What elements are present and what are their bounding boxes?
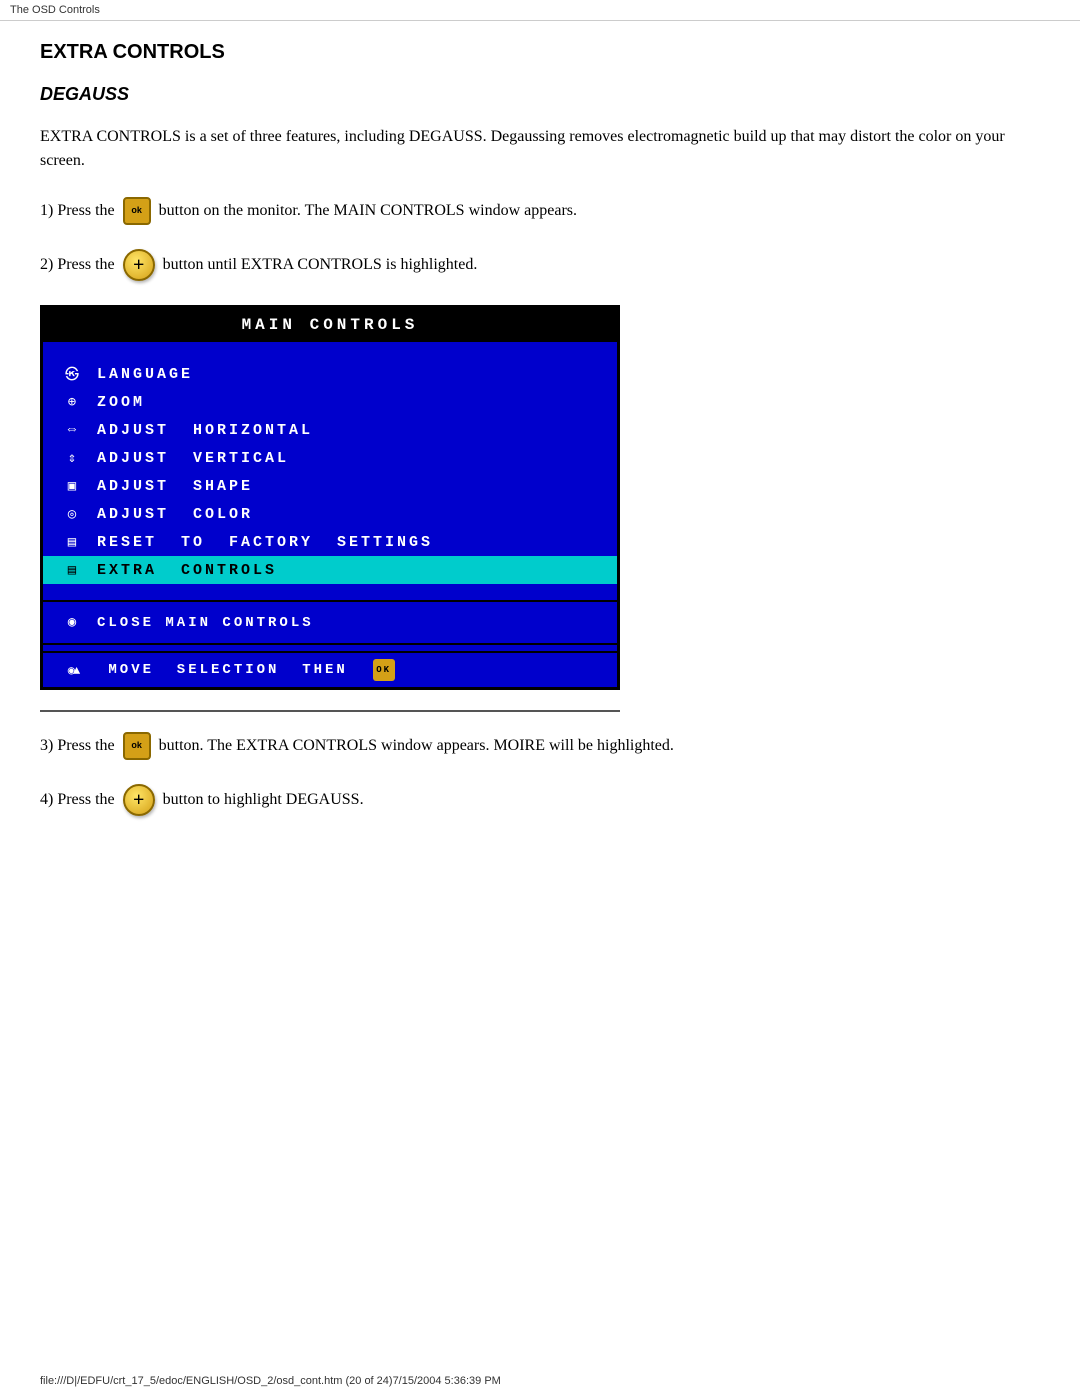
menu-item-adjust-shape[interactable]: ▣ ADJUST SHAPE: [43, 472, 617, 500]
plus-button-1[interactable]: +: [123, 249, 155, 281]
menu-label-reset: RESET TO FACTORY SETTINGS: [97, 534, 433, 551]
zoom-icon: ⊕: [59, 394, 87, 411]
menu-label-adjust-color: ADJUST COLOR: [97, 506, 253, 523]
menu-label-adjust-vertical: ADJUST VERTICAL: [97, 450, 289, 467]
step-1-number: 1): [40, 199, 57, 223]
menu-item-reset[interactable]: ▤ RESET TO FACTORY SETTINGS: [43, 528, 617, 556]
screen-divider-2: [43, 643, 617, 645]
osd-label-2: ok: [131, 739, 142, 753]
menu-label-extra-controls: EXTRA CONTROLS: [97, 562, 277, 579]
browser-bar-text: The OSD Controls: [10, 4, 100, 16]
shape-icon: ▣: [59, 478, 87, 495]
menu-label-language: LANGUAGE: [97, 366, 193, 383]
screen-footer-nav: ◉▲ MOVE SELECTION THEN OK: [43, 651, 617, 687]
screen-body: ㉿ LANGUAGE ⊕ ZOOM ⇔ ADJUST HORIZONTAL ⇕ …: [43, 342, 617, 687]
osd-label-1: ok: [131, 204, 142, 218]
screen-footer-close: ◉ CLOSE MAIN CONTROLS: [43, 608, 617, 637]
horiz-icon: ⇔: [59, 422, 87, 438]
vert-icon: ⇕: [59, 450, 87, 467]
section-title: DEGAUSS: [40, 84, 1040, 105]
menu-item-adjust-vertical[interactable]: ⇕ ADJUST VERTICAL: [43, 444, 617, 472]
menu-label-adjust-shape: ADJUST SHAPE: [97, 478, 253, 495]
plus-label-2: +: [133, 785, 144, 815]
menu-item-zoom[interactable]: ⊕ ZOOM: [43, 388, 617, 416]
extra-icon: ▤: [59, 562, 87, 579]
step-4-number: 4): [40, 788, 57, 812]
reset-icon: ▤: [59, 534, 87, 551]
step-4-suffix: button to highlight DEGAUSS.: [163, 788, 364, 812]
status-bar: file:///D|/EDFU/crt_17_5/edoc/ENGLISH/OS…: [40, 1375, 501, 1387]
menu-label-adjust-horizontal: ADJUST HORIZONTAL: [97, 422, 313, 439]
screen-divider-1: [43, 600, 617, 602]
menu-label-zoom: ZOOM: [97, 394, 145, 411]
step-2-prefix: Press the: [57, 253, 114, 277]
plus-button-2[interactable]: +: [123, 784, 155, 816]
menu-label-nav: MOVE SELECTION THEN: [97, 662, 371, 678]
page-title: EXTRA CONTROLS: [40, 41, 1040, 64]
step-1-suffix: button on the monitor. The MAIN CONTROLS…: [159, 199, 577, 223]
menu-item-extra-controls[interactable]: ▤ EXTRA CONTROLS: [43, 556, 617, 584]
step-3-prefix: Press the: [57, 734, 114, 758]
separator-line: [40, 710, 620, 712]
menu-item-adjust-horizontal[interactable]: ⇔ ADJUST HORIZONTAL: [43, 416, 617, 444]
close-main-icon: ◉: [59, 614, 87, 631]
step-3-suffix: button. The EXTRA CONTROLS window appear…: [159, 734, 674, 758]
osd-button-2[interactable]: ok: [123, 732, 151, 760]
menu-item-adjust-color[interactable]: ◎ ADJUST COLOR: [43, 500, 617, 528]
monitor-screen: MAIN CONTROLS ㉿ LANGUAGE ⊕ ZOOM ⇔ ADJUST…: [40, 305, 620, 690]
intro-text: EXTRA CONTROLS is a set of three feature…: [40, 125, 1040, 173]
plus-label-1: +: [133, 250, 144, 280]
color-icon: ◎: [59, 506, 87, 523]
menu-item-language[interactable]: ㉿ LANGUAGE: [43, 360, 617, 388]
step-2-suffix: button until EXTRA CONTROLS is highlight…: [163, 253, 478, 277]
step-4-prefix: Press the: [57, 788, 114, 812]
step-3-number: 3): [40, 734, 57, 758]
step-2-number: 2): [40, 253, 57, 277]
osd-button-1[interactable]: ok: [123, 197, 151, 225]
language-icon: ㉿: [59, 364, 87, 384]
nav-icon-left: ◉▲: [59, 663, 87, 678]
step-4: 4) Press the + button to highlight DEGAU…: [40, 784, 1040, 816]
step-1: 1) Press the ok button on the monitor. T…: [40, 197, 1040, 225]
ok-nav-icon: OK: [373, 659, 395, 681]
browser-bar: The OSD Controls: [0, 0, 1080, 21]
step-3: 3) Press the ok button. The EXTRA CONTRO…: [40, 732, 1040, 760]
screen-header: MAIN CONTROLS: [43, 308, 617, 342]
menu-label-close: CLOSE MAIN CONTROLS: [97, 615, 314, 631]
step-1-prefix: Press the: [57, 199, 114, 223]
step-2: 2) Press the + button until EXTRA CONTRO…: [40, 249, 1040, 281]
